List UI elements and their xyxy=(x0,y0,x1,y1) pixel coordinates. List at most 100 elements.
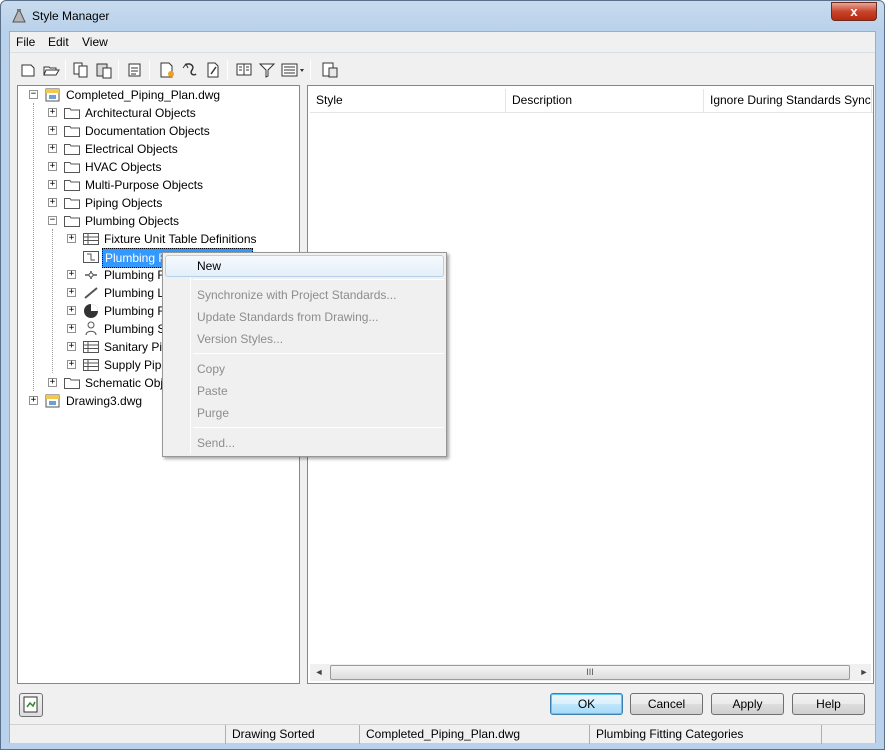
expand-icon[interactable]: + xyxy=(67,342,76,351)
menu-separator xyxy=(10,52,875,53)
menu-view[interactable]: View xyxy=(82,35,108,49)
tree-label: Drawing3.dwg xyxy=(66,394,143,408)
folder-icon xyxy=(64,216,80,227)
drawing-file-icon xyxy=(45,394,60,408)
style-manager-icon xyxy=(12,9,26,23)
column-header-style[interactable]: Style xyxy=(310,89,506,112)
cancel-button[interactable]: Cancel xyxy=(630,693,703,715)
status-empty xyxy=(821,725,875,744)
folder-icon xyxy=(64,162,80,173)
tree-label: Piping Objects xyxy=(85,196,163,210)
ctx-item-new[interactable]: New xyxy=(165,255,444,277)
paste-icon[interactable] xyxy=(94,60,114,80)
expand-icon[interactable]: + xyxy=(48,108,57,117)
horizontal-scrollbar[interactable]: ◄ III ► xyxy=(310,664,871,681)
folder-icon xyxy=(64,126,80,137)
collapse-icon[interactable]: − xyxy=(48,216,57,225)
expand-icon[interactable]: + xyxy=(48,126,57,135)
ok-button[interactable]: OK xyxy=(550,693,623,715)
preview-icon xyxy=(23,696,38,713)
status-bar: Drawing Sorted Completed_Piping_Plan.dwg… xyxy=(10,724,875,744)
table-icon xyxy=(83,359,99,371)
toolbar-separator xyxy=(149,60,150,80)
tree-node-category[interactable]: + Architectural Objects xyxy=(43,104,293,122)
line-style-icon xyxy=(84,287,98,299)
ctx-item-synchronize[interactable]: Synchronize with Project Standards... xyxy=(165,284,444,306)
menu-edit[interactable]: Edit xyxy=(48,35,69,49)
toolbar-separator xyxy=(118,60,119,80)
help-button[interactable]: Help xyxy=(792,693,865,715)
ctx-item-update-standards[interactable]: Update Standards from Drawing... xyxy=(165,306,444,328)
inline-edit-icon[interactable] xyxy=(320,60,340,80)
dialog-button-row: OK Cancel Apply Help xyxy=(10,684,875,724)
expand-icon[interactable]: + xyxy=(29,396,38,405)
view-mode-icon[interactable] xyxy=(280,60,306,80)
plumbing-system-icon xyxy=(85,321,97,336)
apply-button[interactable]: Apply xyxy=(711,693,784,715)
expand-icon[interactable]: + xyxy=(48,180,57,189)
scroll-thumb[interactable]: III xyxy=(330,665,850,680)
new-drawing-icon[interactable] xyxy=(18,60,38,80)
tree-node-style-type[interactable]: + Fixture Unit Table Definitions xyxy=(62,230,294,248)
expand-icon[interactable]: + xyxy=(67,234,76,243)
expand-icon[interactable]: + xyxy=(48,378,57,387)
scroll-left-icon[interactable]: ◄ xyxy=(314,667,324,678)
tree-connector xyxy=(33,103,34,391)
ctx-item-copy[interactable]: Copy xyxy=(165,358,444,380)
menu-separator xyxy=(193,353,444,354)
column-header-ignore[interactable]: Ignore During Standards Synchron xyxy=(704,89,872,112)
expand-icon[interactable]: + xyxy=(67,360,76,369)
new-style-icon[interactable] xyxy=(157,60,177,80)
tree-node-category[interactable]: + Documentation Objects xyxy=(43,122,293,140)
edit-style-icon[interactable] xyxy=(203,60,223,80)
toolbar-separator xyxy=(65,60,66,80)
header-divider xyxy=(310,112,873,113)
column-header-description[interactable]: Description xyxy=(506,89,704,112)
expand-icon[interactable]: + xyxy=(48,198,57,207)
tree-node-category[interactable]: + Electrical Objects xyxy=(43,140,293,158)
table-icon xyxy=(83,233,99,245)
tree-node-category[interactable]: − Plumbing Objects xyxy=(43,212,293,230)
ctx-item-purge[interactable]: Purge xyxy=(165,402,444,424)
fitting-icon xyxy=(85,271,97,279)
toggle-drawing-preview-button[interactable] xyxy=(19,693,43,717)
fitting-category-icon xyxy=(83,251,99,263)
tree-node-category[interactable]: + Piping Objects xyxy=(43,194,293,212)
toolbar-separator xyxy=(310,60,311,80)
tree-label: Completed_Piping_Plan.dwg xyxy=(66,88,221,102)
tree-node-category[interactable]: + Multi-Purpose Objects xyxy=(43,176,293,194)
ctx-item-paste[interactable]: Paste xyxy=(165,380,444,402)
tree-label: Plumbing Objects xyxy=(85,214,180,228)
tree-node-drawing[interactable]: − Completed_Piping_Plan.dwg xyxy=(24,86,294,104)
expand-icon[interactable]: + xyxy=(48,162,57,171)
tree-label: Multi-Purpose Objects xyxy=(85,178,204,192)
tree-node-category[interactable]: + HVAC Objects xyxy=(43,158,293,176)
filter-icon[interactable] xyxy=(257,60,277,80)
ctx-item-version-styles[interactable]: Version Styles... xyxy=(165,328,444,350)
expand-icon[interactable]: + xyxy=(67,288,76,297)
open-drawing-icon[interactable] xyxy=(41,60,61,80)
purge-icon[interactable] xyxy=(125,60,145,80)
toolbar-separator xyxy=(227,60,228,80)
set-from-icon[interactable] xyxy=(180,60,200,80)
folder-icon xyxy=(64,144,80,155)
table-icon xyxy=(83,341,99,353)
toggle-view-icon[interactable] xyxy=(234,60,254,80)
ctx-item-send[interactable]: Send... xyxy=(165,432,444,454)
copy-icon[interactable] xyxy=(71,60,91,80)
collapse-icon[interactable]: − xyxy=(29,90,38,99)
scroll-right-icon[interactable]: ► xyxy=(859,667,869,678)
expand-icon[interactable]: + xyxy=(67,324,76,333)
expand-icon[interactable]: + xyxy=(67,306,76,315)
status-sort: Drawing Sorted xyxy=(225,725,359,744)
context-menu: New Synchronize with Project Standards..… xyxy=(162,252,447,457)
menu-file[interactable]: File xyxy=(16,35,35,49)
expand-icon[interactable]: + xyxy=(67,270,76,279)
tree-label: Architectural Objects xyxy=(85,106,196,120)
expand-icon[interactable]: + xyxy=(48,144,57,153)
title-bar[interactable]: Style Manager x xyxy=(1,1,884,31)
close-button[interactable]: x xyxy=(831,2,877,21)
drawing-file-icon xyxy=(45,88,60,102)
status-category: Plumbing Fitting Categories xyxy=(589,725,821,744)
folder-icon xyxy=(64,198,80,209)
